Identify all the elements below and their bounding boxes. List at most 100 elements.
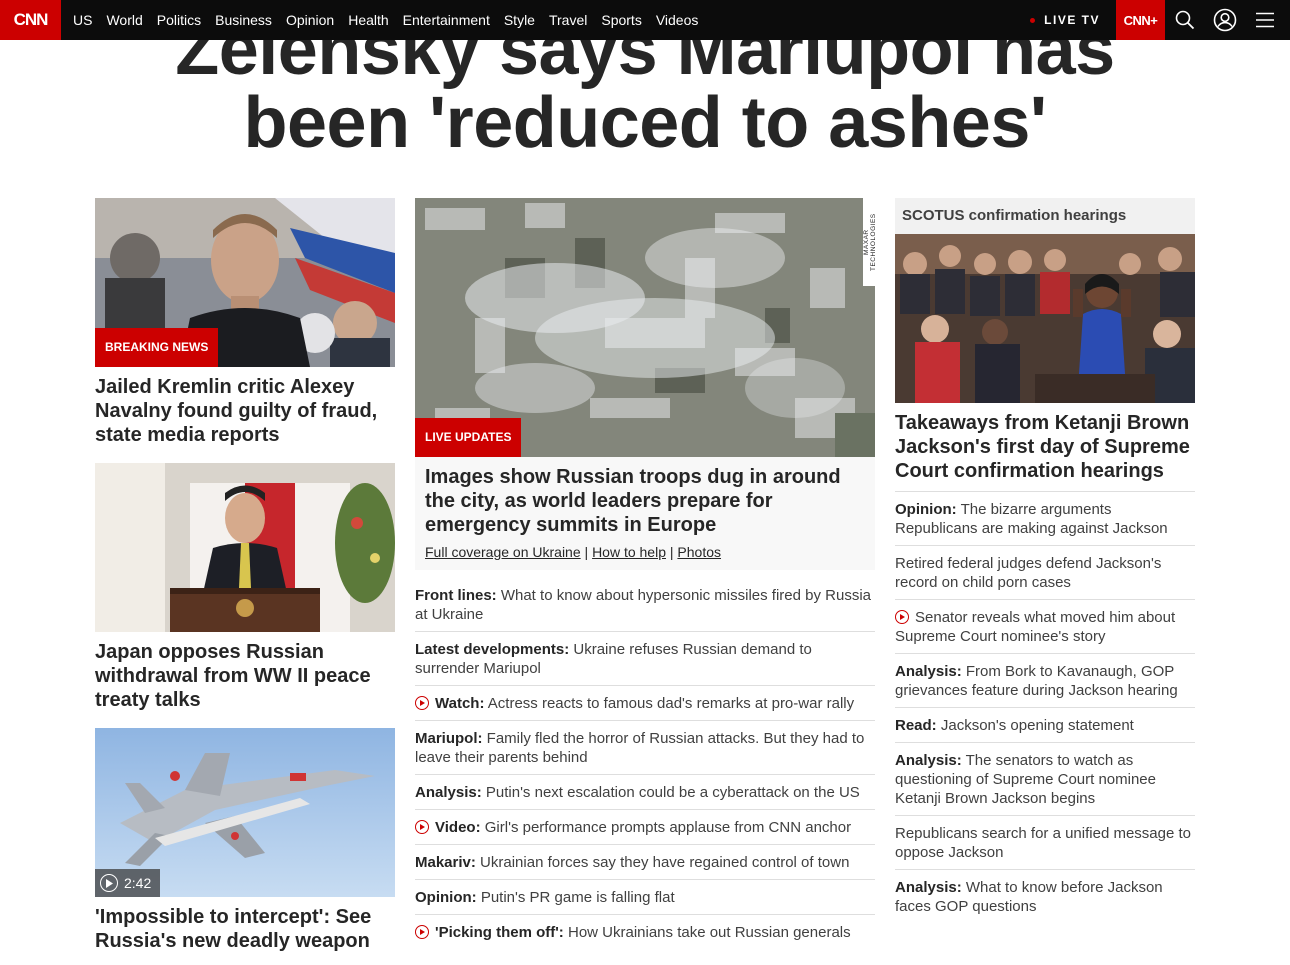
nav-links: US World Politics Business Opinion Healt… [66,0,705,40]
list-item-text: Retired federal judges defend Jackson's … [895,555,1162,591]
list-item-label: Latest developments: [415,641,570,658]
list-item-text: Actress reacts to famous dad's remarks a… [487,695,855,712]
list-item-label: Analysis: [895,663,962,680]
link-photos[interactable]: Photos [677,544,721,560]
mariupol-satellite-photo[interactable]: MAXAR TECHNOLOGIES LIVE UPDATES [415,198,875,457]
list-item[interactable]: Analysis: Putin's next escalation could … [415,775,875,810]
list-item-label: 'Picking them off': [435,924,564,941]
story-card[interactable]: Japan opposes Russian withdrawal from WW… [95,463,395,712]
list-item[interactable]: Retired federal judges defend Jackson's … [895,546,1195,600]
list-item-label: Analysis: [895,752,962,769]
live-dot-icon [1030,17,1036,23]
right-column: SCOTUS confirmation hearings Takeaways f… [895,198,1195,923]
nav-link-sports[interactable]: Sports [594,0,648,40]
link-how-to-help[interactable]: How to help [592,544,666,560]
list-item-text: Senator reveals what moved him about Sup… [895,609,1176,645]
list-item-text: Putin's PR game is falling flat [480,889,675,906]
play-icon [415,925,429,939]
main-headline-line2: been 'reduced to ashes' [243,83,1048,163]
nav-link-entertainment[interactable]: Entertainment [396,0,497,40]
list-item-text: Putin's next escalation could be a cyber… [485,784,860,801]
cnn-logo[interactable]: CNN [0,0,61,40]
list-item[interactable]: Opinion: The bizarre arguments Republica… [895,492,1195,546]
nav-link-health[interactable]: Health [341,0,395,40]
scotus-headline[interactable]: Takeaways from Ketanji Brown Jackson's f… [895,411,1195,492]
list-item-text: How Ukrainians take out Russian generals [567,924,851,941]
section-label[interactable]: SCOTUS confirmation hearings [895,198,1195,234]
story-card[interactable]: BREAKING NEWS Jailed Kremlin critic Alex… [95,198,395,447]
duration-label: 2:42 [124,875,152,891]
story-headline[interactable]: 'Impossible to intercept': See Russia's … [95,905,395,953]
scotus-story-list: Opinion: The bizarre arguments Republica… [895,492,1195,923]
list-item[interactable]: Front lines: What to know about hyperson… [415,578,875,632]
play-icon [895,610,909,624]
cnn-plus-button[interactable]: CNN+ [1116,0,1165,40]
list-item-label: Read: [895,717,937,734]
list-item-label: Opinion: [895,501,957,518]
kishida-photo[interactable] [95,463,395,632]
story-card[interactable]: 2:42 'Impossible to intercept': See Russ… [95,728,395,953]
account-icon[interactable] [1205,0,1245,40]
play-icon [415,820,429,834]
lead-story: Images show Russian troops dug in around… [415,457,875,570]
list-item[interactable]: Republicans search for a unified message… [895,816,1195,870]
list-item[interactable]: Analysis: What to know before Jackson fa… [895,870,1195,923]
list-item-text: Republicans search for a unified message… [895,825,1192,861]
image-credit: MAXAR TECHNOLOGIES [863,213,875,271]
list-item-label: Video: [435,819,481,836]
nav-link-world[interactable]: World [99,0,149,40]
list-item-label: Makariv: [415,854,476,871]
middle-column: MAXAR TECHNOLOGIES LIVE UPDATES Images s… [415,198,875,949]
list-item[interactable]: Watch: Actress reacts to famous dad's re… [415,686,875,721]
list-item[interactable]: Analysis: The senators to watch as quest… [895,743,1195,816]
play-icon [100,874,118,892]
list-item[interactable]: Read: Jackson's opening statement [895,708,1195,743]
list-item[interactable]: Senator reveals what moved him about Sup… [895,600,1195,654]
search-icon[interactable] [1165,0,1205,40]
nav-link-business[interactable]: Business [208,0,279,40]
ukraine-story-list: Front lines: What to know about hyperson… [415,578,875,949]
link-full-coverage[interactable]: Full coverage on Ukraine [425,544,581,560]
list-item[interactable]: Makariv: Ukrainian forces say they have … [415,845,875,880]
list-item-text: Ukrainian forces say they have regained … [480,854,850,871]
link-separator: | [669,544,674,560]
top-nav: CNN US World Politics Business Opinion H… [0,0,1290,40]
left-column: BREAKING NEWS Jailed Kremlin critic Alex… [95,198,395,953]
list-item-label: Analysis: [895,879,962,896]
nav-link-opinion[interactable]: Opinion [279,0,341,40]
list-item-text: Girl's performance prompts applause from… [484,819,852,836]
lead-story-links: Full coverage on Ukraine | How to help |… [425,544,865,560]
nav-link-videos[interactable]: Videos [649,0,706,40]
video-duration: 2:42 [95,869,160,897]
list-item-label: Analysis: [415,784,482,801]
missile-jet-photo[interactable]: 2:42 [95,728,395,897]
story-headline[interactable]: Jailed Kremlin critic Alexey Navalny fou… [95,375,395,447]
list-item-text: Family fled the horror of Russian attack… [415,730,865,766]
list-item[interactable]: Mariupol: Family fled the horror of Russ… [415,721,875,775]
list-item[interactable]: 'Picking them off': How Ukrainians take … [415,915,875,949]
lead-story-headline[interactable]: Images show Russian troops dug in around… [425,465,865,537]
navalny-photo[interactable]: BREAKING NEWS [95,198,395,367]
list-item-label: Front lines: [415,587,497,604]
list-item[interactable]: Analysis: From Bork to Kavanaugh, GOP gr… [895,654,1195,708]
menu-icon[interactable] [1245,0,1285,40]
list-item[interactable]: Video: Girl's performance prompts applau… [415,810,875,845]
list-item[interactable]: Opinion: Putin's PR game is falling flat [415,880,875,915]
list-item-label: Watch: [435,695,485,712]
list-item[interactable]: Latest developments: Ukraine refuses Rus… [415,632,875,686]
live-tv-link[interactable]: LIVE TV [1020,0,1116,40]
live-tv-label: LIVE TV [1044,13,1100,27]
play-icon [415,696,429,710]
list-item-label: Opinion: [415,889,477,906]
list-item-label: Mariupol: [415,730,483,747]
nav-link-us[interactable]: US [66,0,99,40]
nav-link-style[interactable]: Style [497,0,542,40]
nav-link-politics[interactable]: Politics [150,0,208,40]
story-headline[interactable]: Japan opposes Russian withdrawal from WW… [95,640,395,712]
jackson-hearing-photo[interactable] [895,234,1195,403]
list-item-text: Jackson's opening statement [940,717,1134,734]
link-separator: | [584,544,589,560]
nav-link-travel[interactable]: Travel [542,0,594,40]
live-updates-badge: LIVE UPDATES [415,418,522,457]
breaking-news-badge: BREAKING NEWS [95,328,219,367]
